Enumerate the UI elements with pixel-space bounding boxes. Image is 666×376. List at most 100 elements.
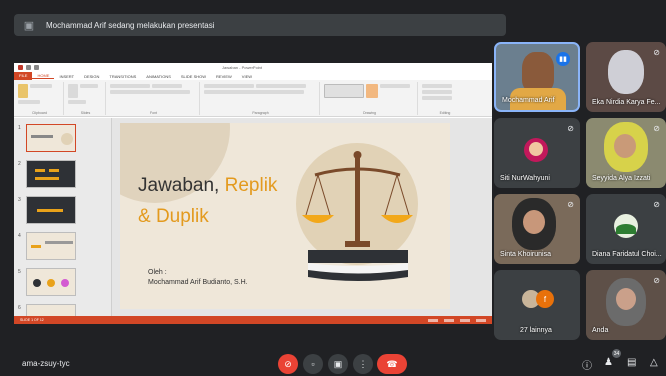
ppt-tab-transitions: TRANSITIONS <box>109 73 137 79</box>
ppt-group-drawing: Drawing <box>322 82 418 115</box>
ppt-group-font: Font <box>108 82 200 115</box>
ppt-group-label: Paragraph <box>252 111 269 115</box>
slide-thumbnail: 1 <box>18 124 76 152</box>
camera-icon: ▫ <box>311 359 315 369</box>
ppt-ribbon: Jawaban - PowerPoint FILE HOME INSERT DE… <box>14 63 492 117</box>
ppt-tab-design: DESIGN <box>84 73 100 79</box>
participant-tile[interactable]: ⊘ Eka Nirdia Karya Fe... <box>586 42 666 112</box>
ppt-tab-home: HOME <box>32 73 55 79</box>
justice-scale-illustration <box>302 151 413 281</box>
more-vert-icon: ⋮ <box>358 358 368 369</box>
present-screen-icon: ▣ <box>333 358 343 369</box>
ppt-window-title: Jawaban - PowerPoint <box>222 65 263 70</box>
mic-off-icon: ⊘ <box>653 48 660 57</box>
ppt-tab-view: VIEW <box>241 73 253 79</box>
ppt-tab-insert: INSERT <box>59 73 75 79</box>
phone-hangup-icon: ☎ <box>386 358 398 369</box>
ppt-group-label: Drawing <box>363 111 376 115</box>
slide-oleh-label: Oleh : <box>148 269 167 276</box>
slide-thumbnail-number: 1 <box>18 125 21 131</box>
others-count-label: 27 lainnya <box>520 327 552 334</box>
slide-thumbnail: 4 <box>18 232 76 260</box>
slide-title: Jawaban, Replik <box>138 175 277 197</box>
present-button[interactable]: ▣ <box>328 354 348 374</box>
quick-access-toolbar: Jawaban - PowerPoint <box>14 63 492 72</box>
slide-thumbnail: 3 <box>18 196 76 224</box>
meeting-info-button[interactable]: ⓘ <box>582 357 592 372</box>
ppt-tab-slideshow: SLIDE SHOW <box>180 73 207 79</box>
undo-icon <box>34 65 39 70</box>
mic-off-icon: ⊘ <box>567 200 574 209</box>
ppt-group-label: Font <box>149 111 157 115</box>
participant-name: Siti NurWahyuni <box>500 175 550 182</box>
people-count-badge: 34 <box>612 349 621 358</box>
slide-title-line2: & Duplik <box>138 206 209 227</box>
speaking-indicator-icon: ▮▮ <box>556 52 570 66</box>
powerpoint-logo-icon <box>18 65 23 70</box>
participant-tile[interactable]: ⊘ Seyyida Alya Izzati <box>586 118 666 188</box>
mic-off-icon: ⊘ <box>653 200 660 209</box>
slide-thumbnail-number: 6 <box>18 305 21 311</box>
participant-tile[interactable]: ⊘ Sinta Khoirunisa <box>494 194 580 264</box>
participant-name: Eka Nirdia Karya Fe... <box>592 99 661 106</box>
ppt-group-paragraph: Paragraph <box>202 82 320 115</box>
slide-author: Mochammad Arif Budianto, S.H. <box>148 279 248 286</box>
chat-button[interactable]: ▤ <box>627 357 636 368</box>
people-button[interactable]: ♟ <box>604 357 613 368</box>
end-call-button[interactable]: ☎ <box>377 354 407 374</box>
ppt-tabs: FILE HOME INSERT DESIGN TRANSITIONS ANIM… <box>14 72 492 80</box>
slide-thumbnail-number: 3 <box>18 197 21 203</box>
ppt-group-label: Slides <box>80 111 91 115</box>
more-options-button[interactable]: ⋮ <box>353 354 373 374</box>
ppt-group-editing: Editing <box>420 82 470 115</box>
current-slide: Jawaban, Replik & Duplik Oleh : Mochamma… <box>120 123 450 309</box>
shared-screen[interactable]: Jawaban - PowerPoint FILE HOME INSERT DE… <box>14 63 492 324</box>
meet-window: ▣ Mochammad Arif sedang melakukan presen… <box>0 0 666 376</box>
participant-tile[interactable]: ▮▮ Mochammad Arif <box>494 42 580 112</box>
mic-off-icon: ⊘ <box>653 124 660 133</box>
meeting-code: ama-zsuy-tyc <box>22 359 70 368</box>
ppt-ribbon-groups: Clipboard Slides Font Paragraph Drawing <box>14 80 492 117</box>
self-name: Anda <box>592 327 609 334</box>
participant-tile[interactable]: ⊘ Diana Faridatul Choi... <box>586 194 666 264</box>
mic-off-icon: ⊘ <box>567 124 574 133</box>
slide-title-part1: Jawaban, <box>138 175 225 196</box>
slide-thumbnail-number: 2 <box>18 161 21 167</box>
slide-thumbnail: 5 <box>18 268 76 296</box>
others-tile[interactable]: f 27 lainnya <box>494 270 580 340</box>
ppt-group-slides: Slides <box>66 82 106 115</box>
activities-icon: △ <box>650 357 658 368</box>
participant-name: Seyyida Alya Izzati <box>592 175 651 182</box>
presentation-banner: ▣ Mochammad Arif sedang melakukan presen… <box>14 14 506 36</box>
slide-thumbnail-number: 5 <box>18 269 21 275</box>
ppt-tab-review: REVIEW <box>216 73 232 79</box>
participant-name: Mochammad Arif <box>502 97 555 104</box>
presentation-icon: ▣ <box>23 19 35 32</box>
self-tile[interactable]: ⊘ Anda <box>586 270 666 340</box>
participant-tile[interactable]: ⊘ Siti NurWahyuni <box>494 118 580 188</box>
ppt-group-clipboard: Clipboard <box>16 82 64 115</box>
slide-thumbnail: 2 <box>18 160 76 188</box>
participant-name: Diana Faridatul Choi... <box>592 251 662 258</box>
participant-avatar-letter: f <box>536 290 554 308</box>
ppt-tab-file: FILE <box>14 72 33 80</box>
slide-author-block: Oleh : Mochammad Arif Budianto, S.H. <box>148 268 248 288</box>
chat-icon: ▤ <box>627 357 637 368</box>
slide-canvas: Jawaban, Replik & Duplik Oleh : Mochamma… <box>112 118 492 316</box>
camera-toggle-button[interactable]: ▫ <box>303 354 323 374</box>
save-icon <box>26 65 31 70</box>
slide-thumbnail: 6 <box>18 304 76 316</box>
mic-off-icon: ⊘ <box>284 358 292 369</box>
slide-title-part2: Replik <box>224 175 278 196</box>
ppt-group-label: Editing <box>439 111 451 115</box>
ppt-tab-animations: ANIMATIONS <box>146 73 171 79</box>
slide-thumbnails-pane: 1 2 3 4 5 6 <box>14 118 112 316</box>
mic-toggle-button[interactable]: ⊘ <box>278 354 298 374</box>
control-bar: ama-zsuy-tyc ⊘ ▫ ▣ ⋮ ☎ ⓘ ♟ 34 ▤ △ <box>0 340 666 376</box>
ppt-status-text: SLIDE 1 OF 12 <box>20 318 44 322</box>
people-icon: ♟ <box>604 357 613 368</box>
ppt-group-label: Clipboard <box>32 111 47 115</box>
mic-off-icon: ⊘ <box>653 276 660 285</box>
activities-button[interactable]: △ <box>650 357 658 368</box>
slide-thumbnail-number: 4 <box>18 233 21 239</box>
